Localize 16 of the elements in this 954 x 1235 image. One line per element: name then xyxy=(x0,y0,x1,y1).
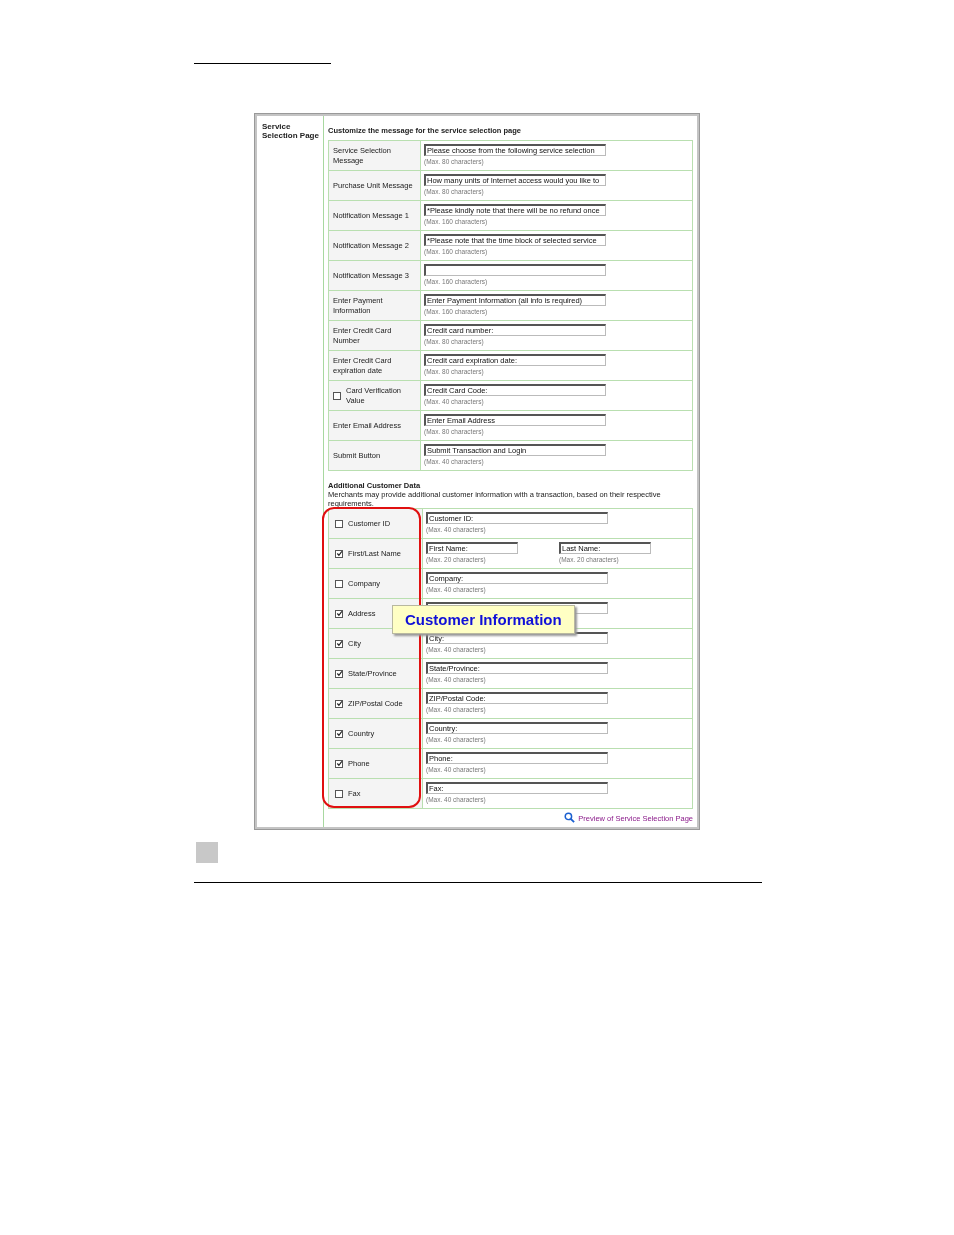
checkbox[interactable] xyxy=(335,579,343,588)
checkbox[interactable] xyxy=(335,699,343,708)
checkbox[interactable] xyxy=(335,759,343,768)
checkbox[interactable] xyxy=(335,669,343,678)
checkbox[interactable] xyxy=(335,519,343,528)
checkbox[interactable] xyxy=(335,549,343,558)
checkbox[interactable] xyxy=(335,609,343,618)
checkbox[interactable] xyxy=(335,639,343,648)
checkbox[interactable] xyxy=(335,789,343,798)
section-label: Service Selection Page xyxy=(262,122,320,140)
checkbox[interactable] xyxy=(335,729,343,738)
callout-tooltip: Customer Information xyxy=(392,605,575,634)
input-field[interactable] xyxy=(424,264,606,276)
checkbox[interactable] xyxy=(333,391,341,400)
marker-square xyxy=(196,842,218,863)
search-icon xyxy=(564,812,576,823)
